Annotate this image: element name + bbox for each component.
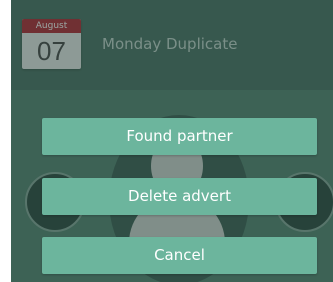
app-window: August 07 Monday Duplicate Found partner…: [11, 0, 333, 282]
found-partner-button[interactable]: Found partner: [42, 118, 317, 155]
delete-advert-button[interactable]: Delete advert: [42, 178, 317, 215]
cancel-button[interactable]: Cancel: [42, 237, 317, 274]
